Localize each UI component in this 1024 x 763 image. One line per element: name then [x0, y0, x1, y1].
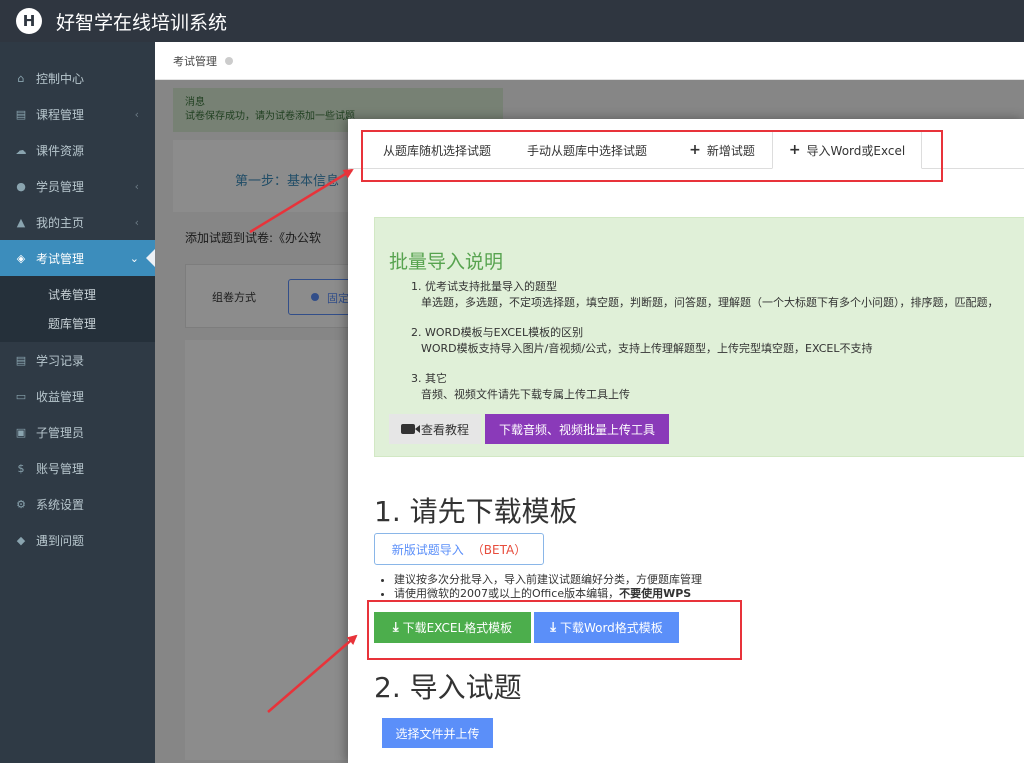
button-label: 下载EXCEL格式模板 — [402, 621, 513, 635]
download-word-template-button[interactable]: ⤓ 下载Word格式模板 — [534, 612, 679, 643]
tab-close-dot-icon[interactable] — [225, 56, 233, 65]
tab-label: 新增试题 — [706, 143, 755, 158]
breadcrumb: 考试管理 — [155, 42, 1024, 80]
logo[interactable]: H — [16, 8, 42, 34]
choose-file-upload-button[interactable]: 选择文件并上传 — [382, 718, 493, 748]
instruction-line: 3. 其它 — [411, 372, 447, 385]
tab-label: 手动从题库中选择试题 — [526, 143, 647, 158]
book-icon: ▤ — [15, 107, 27, 121]
instruction-line: WORD模板支持导入图片/音视频/公式，支持上传理解题型，上传完型填空题，EXC… — [421, 342, 873, 355]
sidebar-subitem-papers[interactable]: 试卷管理 — [0, 280, 155, 309]
lock-icon: ▣ — [15, 425, 27, 439]
download-icon: ⤓ — [550, 620, 556, 635]
sidebar-item-courses[interactable]: ▤ 课程管理 ‹ — [0, 96, 155, 132]
tab-label: 导入Word或Excel — [806, 143, 906, 158]
chevron-down-icon: ⌄ — [129, 251, 139, 265]
home-icon: ⌂ — [17, 71, 25, 85]
sidebar-item-label: 子管理员 — [36, 425, 85, 440]
sidebar-item-label: 课件资源 — [36, 143, 85, 158]
dollar-icon: $ — [17, 461, 25, 475]
instruction-line: 单选题，多选题，不定项选择题，填空题，判断题，问答题，理解题（一个大标题下有多个… — [421, 296, 999, 309]
breadcrumb-item[interactable]: 考试管理 — [173, 53, 217, 69]
sidebar-item-learning-records[interactable]: ▤ 学习记录 — [0, 342, 155, 378]
plus-icon: + — [689, 142, 701, 158]
sidebar-subitem-question-bank[interactable]: 题库管理 — [0, 309, 155, 338]
step-two-heading: 2. 导入试题 — [374, 671, 522, 704]
sidebar-item-label: 我的主页 — [36, 215, 85, 230]
sidebar-item-label: 考试管理 — [36, 251, 85, 266]
gear-icon: ⚙ — [16, 497, 26, 511]
button-label: 新版试题导入 — [391, 542, 464, 557]
dialog-tabs: 从题库随机选择试题 手动从题库中选择试题 + 新增试题 + 导入Word或Exc… — [348, 119, 1024, 169]
button-label: 查看教程 — [420, 422, 469, 437]
instruction-line: 2. WORD模板与EXCEL模板的区别 — [411, 326, 584, 339]
sidebar-item-label: 系统设置 — [36, 497, 85, 512]
sidebar-item-settings[interactable]: ⚙ 系统设置 — [0, 486, 155, 522]
download-icon: ⤓ — [392, 620, 399, 635]
book-open-icon: ▤ — [15, 353, 27, 367]
sidebar-item-sub-admins[interactable]: ▣ 子管理员 — [0, 414, 155, 450]
sidebar-item-label: 学习记录 — [36, 353, 85, 368]
import-dialog: 从题库随机选择试题 手动从题库中选择试题 + 新增试题 + 导入Word或Exc… — [348, 119, 1024, 763]
instructions-text: 1. 优考试支持批量导入的题型 单选题，多选题，不定项选择题，填空题，判断题，问… — [411, 279, 999, 403]
tab-manual-select[interactable]: 手动从题库中选择试题 — [512, 131, 662, 169]
step-one-heading: 1. 请先下载模板 — [374, 495, 578, 528]
sidebar-item-homepage[interactable]: ▲ 我的主页 ‹ — [0, 204, 155, 240]
sidebar-item-label: 账号管理 — [36, 461, 85, 476]
sidebar-item-label: 学员管理 — [36, 179, 85, 194]
tip-item: 建议按多次分批导入，导入前建议试题编好分类，方便题库管理 — [394, 573, 702, 587]
tab-add-question[interactable]: + 新增试题 — [672, 131, 772, 169]
cloud-icon: ☁ — [15, 143, 27, 157]
instructions-title: 批量导入说明 — [389, 251, 504, 273]
sidebar-item-label: 控制中心 — [36, 71, 85, 86]
button-label: 下载Word格式模板 — [559, 621, 663, 635]
instruction-line: 1. 优考试支持批量导入的题型 — [411, 280, 557, 293]
chevron-left-icon: ‹ — [134, 179, 139, 193]
tab-random-select[interactable]: 从题库随机选择试题 — [362, 131, 512, 169]
sidebar-item-label: 收益管理 — [36, 389, 85, 404]
tag-icon: ◆ — [16, 533, 26, 547]
tab-label: 从题库随机选择试题 — [382, 143, 491, 158]
instruction-gap — [411, 311, 999, 325]
sidebar-item-resources[interactable]: ☁ 课件资源 — [0, 132, 155, 168]
credit-card-icon: ▭ — [15, 389, 27, 403]
sidebar-item-account[interactable]: $ 账号管理 — [0, 450, 155, 486]
sidebar-item-exams[interactable]: ◈ 考试管理 ⌄ — [0, 240, 155, 276]
view-tutorial-button[interactable]: 查看教程 — [389, 414, 481, 444]
sidebar-item-revenue[interactable]: ▭ 收益管理 — [0, 378, 155, 414]
app-title: 好智学在线培训系统 — [56, 11, 228, 34]
sidebar: ⌂ 控制中心 ▤ 课程管理 ‹ ☁ 课件资源 ● 学员管理 ‹ ▲ 我的主页 ‹… — [0, 42, 155, 763]
sidebar-item-dashboard[interactable]: ⌂ 控制中心 — [0, 60, 155, 96]
tip-warning: 不要使用WPS — [619, 587, 692, 600]
plus-icon: + — [788, 142, 801, 158]
chevron-left-icon: ‹ — [134, 107, 139, 121]
instruction-line: 音频、视频文件请先下载专属上传工具上传 — [421, 388, 630, 401]
tip-text: 请使用微软的2007或以上的Office版本编辑， — [394, 587, 620, 600]
sidebar-item-label: 课程管理 — [36, 107, 85, 122]
sidebar-item-help[interactable]: ◆ 遇到问题 — [0, 522, 155, 558]
video-camera-icon — [400, 424, 420, 434]
tips-list: 建议按多次分批导入，导入前建议试题编好分类，方便题库管理 请使用微软的2007或… — [394, 573, 702, 601]
download-upload-tool-button[interactable]: 下载音频、视频批量上传工具 — [485, 414, 669, 444]
beta-tag: （BETA） — [471, 542, 527, 557]
sidebar-item-students[interactable]: ● 学员管理 ‹ — [0, 168, 155, 204]
instruction-gap — [411, 357, 999, 371]
top-bar: H 好智学在线培训系统 — [0, 0, 1024, 42]
tab-import-word-excel[interactable]: + 导入Word或Excel — [772, 131, 922, 169]
graduation-cap-icon: ▲ — [16, 215, 26, 229]
import-instructions: 批量导入说明 1. 优考试支持批量导入的题型 单选题，多选题，不定项选择题，填空… — [374, 217, 1024, 457]
sidebar-item-label: 遇到问题 — [36, 533, 85, 548]
chevron-left-icon: ‹ — [134, 215, 139, 229]
tip-item: 请使用微软的2007或以上的Office版本编辑，不要使用WPS — [394, 587, 702, 601]
sidebar-submenu: 试卷管理 题库管理 — [0, 276, 155, 342]
tags-icon: ◈ — [16, 251, 26, 265]
new-import-beta-button[interactable]: 新版试题导入 （BETA） — [374, 533, 544, 565]
download-excel-template-button[interactable]: ⤓ 下载EXCEL格式模板 — [374, 612, 531, 643]
users-icon: ● — [16, 179, 26, 193]
